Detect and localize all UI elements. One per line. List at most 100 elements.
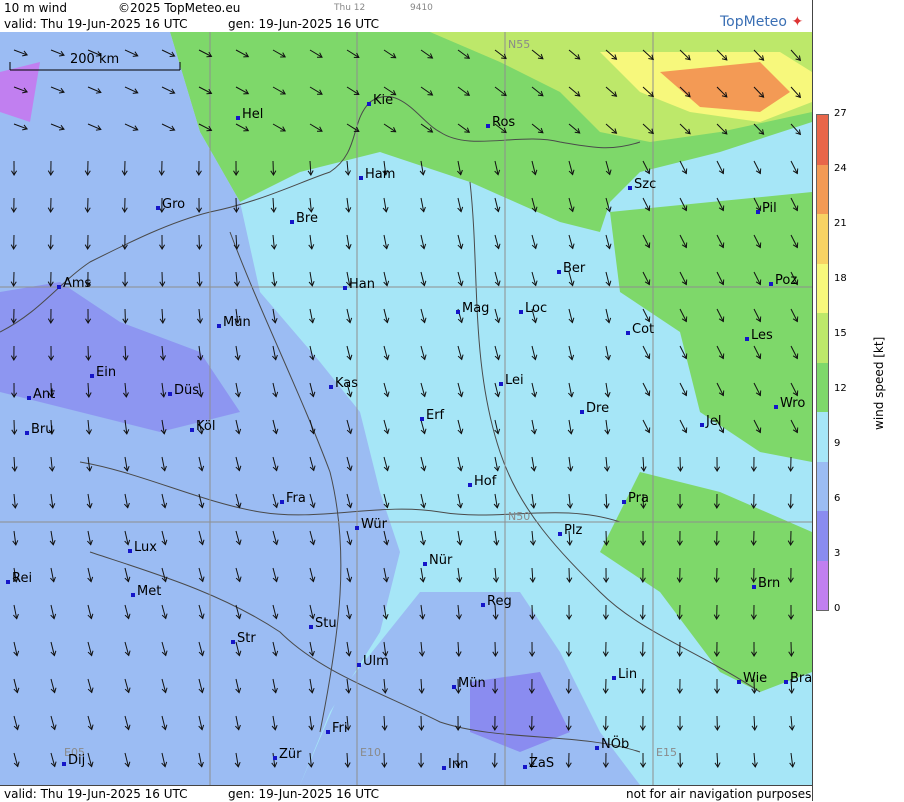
city-name: Lin xyxy=(618,667,637,682)
city-marker xyxy=(190,428,194,432)
grid-label-n50: N50 xyxy=(508,510,530,523)
city-marker xyxy=(168,392,172,396)
city-name: Wür xyxy=(361,517,387,532)
city-name: Nür xyxy=(429,553,452,568)
city-marker xyxy=(290,220,294,224)
city-name: Bru xyxy=(31,422,54,437)
wind-arrow xyxy=(643,457,644,471)
logo-text: TopMeteo xyxy=(720,14,787,30)
city-label: Les xyxy=(751,329,773,343)
legend-tick-label: 6 xyxy=(834,493,840,504)
city-label: Bre xyxy=(296,212,318,226)
city-marker xyxy=(131,593,135,597)
city-marker xyxy=(628,186,632,190)
header-row-1: 10 m wind ©2025 TopMeteo.eu Thu 12 9410 xyxy=(0,0,812,16)
city-name: Ant xyxy=(33,387,55,402)
city-label: Ham xyxy=(365,168,395,182)
color-scale-segment xyxy=(817,363,828,413)
city-label: Mag xyxy=(462,302,489,316)
city-marker xyxy=(745,337,749,341)
city-label: ZaS xyxy=(529,757,554,771)
generated-time: gen: 19-Jun-2025 16 UTC xyxy=(228,16,379,32)
city-marker xyxy=(558,532,562,536)
city-label: Plz xyxy=(564,524,582,538)
city-marker xyxy=(622,500,626,504)
city-label: Gro xyxy=(162,198,185,212)
city-label: Pra xyxy=(628,492,649,506)
city-name: Cot xyxy=(632,322,654,337)
city-label: Str xyxy=(237,632,256,646)
city-label: Kas xyxy=(335,377,358,391)
city-name: Han xyxy=(349,277,375,292)
city-marker xyxy=(57,285,61,289)
city-marker xyxy=(355,526,359,530)
city-label: Hof xyxy=(474,475,496,489)
scale-bar-label: 200 km xyxy=(70,52,119,67)
city-name: Fra xyxy=(286,491,306,506)
city-marker xyxy=(774,405,778,409)
city-marker xyxy=(231,640,235,644)
city-label: Mün xyxy=(458,677,486,691)
run-label: Thu 12 xyxy=(334,0,365,16)
city-marker xyxy=(626,331,630,335)
wind-arrow xyxy=(273,198,274,212)
city-label: Met xyxy=(137,585,161,599)
city-name: Mag xyxy=(462,301,489,316)
city-marker xyxy=(519,310,523,314)
city-marker xyxy=(367,102,371,106)
city-label: Ant xyxy=(33,388,55,402)
city-marker xyxy=(343,286,347,290)
city-name: Ros xyxy=(492,115,515,130)
topmeteo-logo: TopMeteo ✦ xyxy=(720,14,803,30)
city-label: Ulm xyxy=(363,655,389,669)
city-marker xyxy=(499,382,503,386)
city-name: Ein xyxy=(96,365,116,380)
city-name: Inn xyxy=(448,757,468,772)
city-label: Erf xyxy=(426,409,444,423)
city-name: Düs xyxy=(174,383,199,398)
city-name: Szc xyxy=(634,177,656,192)
color-scale-segment xyxy=(817,264,828,314)
city-label: Fri xyxy=(332,722,348,736)
city-marker xyxy=(62,762,66,766)
city-marker xyxy=(236,116,240,120)
legend-tick-label: 18 xyxy=(834,273,847,284)
city-name: Ham xyxy=(365,167,395,182)
city-marker xyxy=(156,206,160,210)
city-marker xyxy=(6,580,10,584)
product-title: 10 m wind xyxy=(4,0,67,16)
city-label: Lux xyxy=(134,541,157,555)
city-label: Dij xyxy=(68,754,85,768)
city-name: Kie xyxy=(373,93,393,108)
color-scale-segment xyxy=(817,165,828,215)
city-label: Dre xyxy=(586,402,609,416)
city-name: Wro xyxy=(780,396,805,411)
city-name: Fri xyxy=(332,721,348,736)
city-marker xyxy=(784,680,788,684)
legend-tick-label: 9 xyxy=(834,438,840,449)
city-name: Kas xyxy=(335,376,358,391)
city-label: Nür xyxy=(429,554,452,568)
city-name: Loc xyxy=(525,301,547,316)
city-marker xyxy=(273,756,277,760)
wind-map[interactable]: N55 N50 E05 E10 E15 200 km HelKieRosHamS… xyxy=(0,32,812,785)
city-marker xyxy=(329,385,333,389)
city-name: Gro xyxy=(162,197,185,212)
city-marker xyxy=(595,746,599,750)
city-name: Stu xyxy=(315,616,337,631)
city-label: Szc xyxy=(634,178,656,192)
city-marker xyxy=(25,431,29,435)
wind-arrow xyxy=(754,716,755,730)
city-label: Bra xyxy=(790,672,812,686)
city-label: Reg xyxy=(487,595,512,609)
city-marker xyxy=(752,585,756,589)
legend-tick-label: 12 xyxy=(834,383,847,394)
city-name: Mün xyxy=(458,676,486,691)
legend-panel: 2724211815129630 xyxy=(812,0,904,801)
city-marker xyxy=(481,603,485,607)
city-label: Fra xyxy=(286,492,306,506)
city-label: Köl xyxy=(196,420,215,434)
city-label: Stu xyxy=(315,617,337,631)
footer: valid: Thu 19-Jun-2025 16 UTC gen: 19-Ju… xyxy=(0,785,812,802)
city-marker xyxy=(523,765,527,769)
